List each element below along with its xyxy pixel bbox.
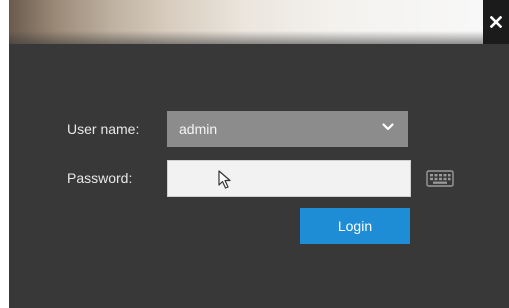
mouse-cursor-icon <box>218 170 231 189</box>
password-field[interactable] <box>167 160 411 197</box>
keyboard-icon[interactable] <box>426 168 454 188</box>
close-button[interactable] <box>483 0 509 44</box>
username-select[interactable]: admin <box>167 111 408 147</box>
username-label: User name: <box>67 121 140 137</box>
login-button[interactable]: Login <box>300 208 410 244</box>
close-icon <box>490 16 502 28</box>
password-label: Password: <box>67 170 133 186</box>
chevron-down-icon <box>382 123 394 131</box>
login-dialog: User name: admin Password: Login <box>9 0 509 308</box>
screen: User name: admin Password: Login <box>0 0 509 308</box>
video-preview <box>9 0 483 44</box>
username-value: admin <box>179 121 218 137</box>
